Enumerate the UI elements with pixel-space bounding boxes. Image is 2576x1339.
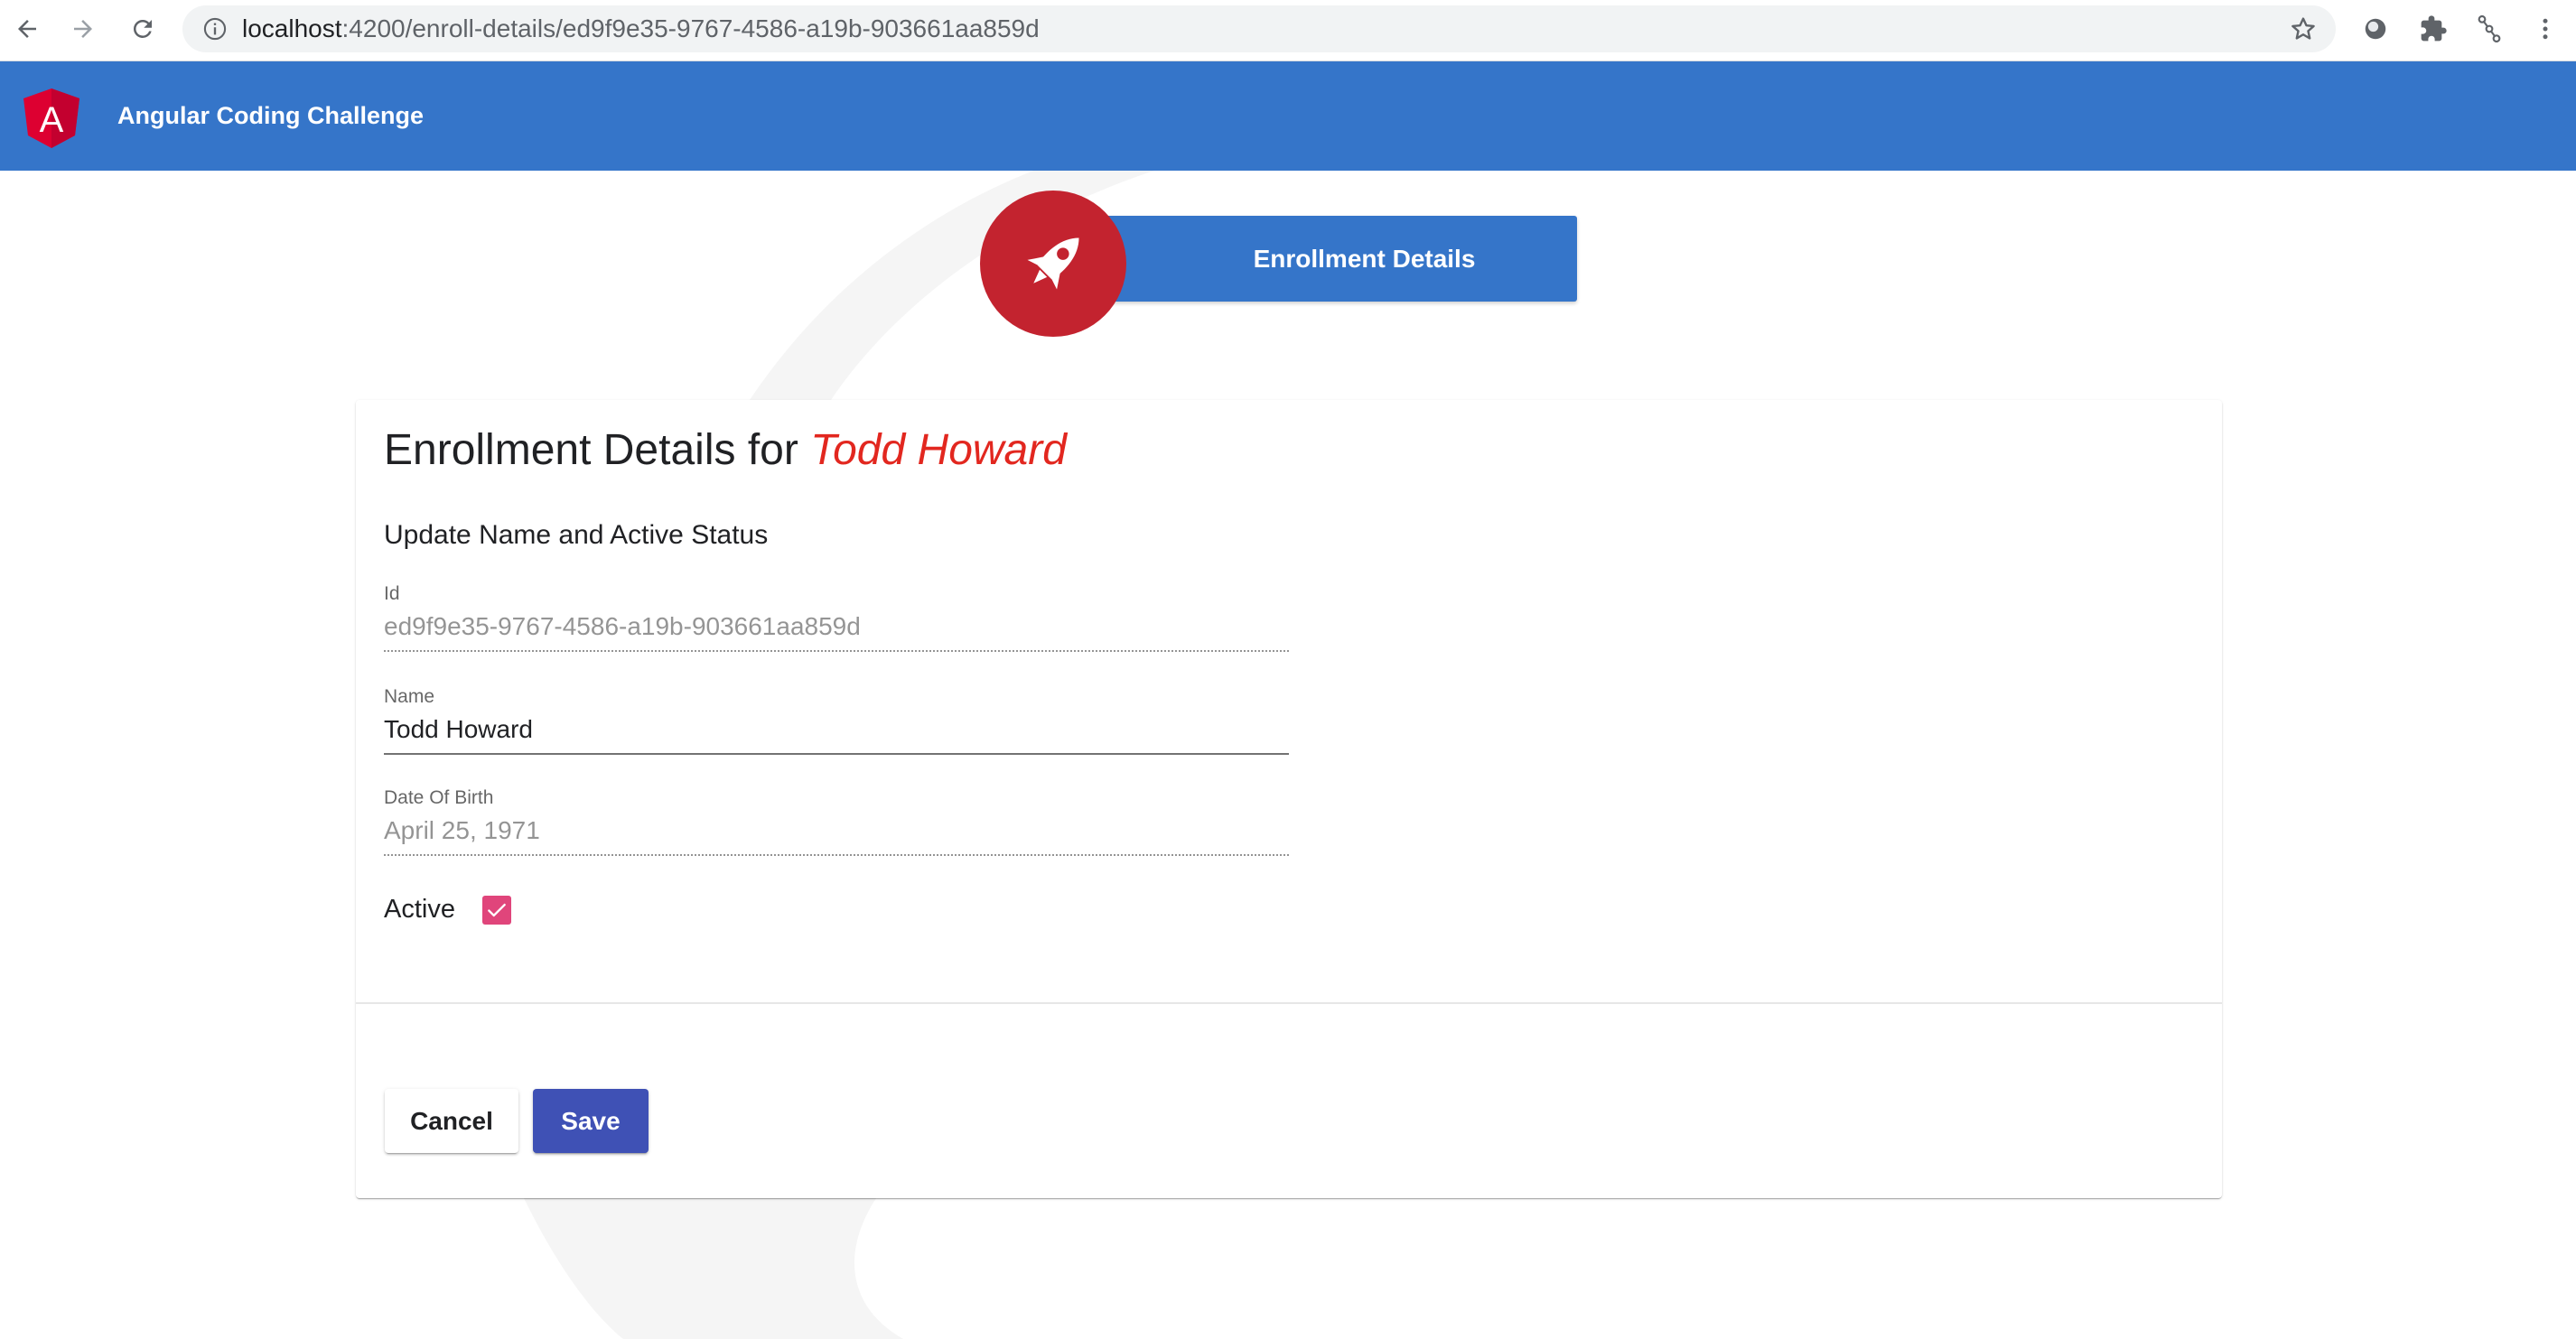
name-input[interactable] (384, 711, 1289, 748)
checkmark-icon (488, 903, 506, 916)
extensions-button[interactable] (2417, 13, 2450, 45)
cancel-button[interactable]: Cancel (385, 1089, 518, 1153)
dob-field-label: Date Of Birth (384, 787, 494, 808)
id-field-label: Id (384, 583, 400, 604)
back-button[interactable] (7, 9, 47, 49)
info-icon[interactable] (202, 16, 228, 42)
app-toolbar: A Angular Coding Challenge (0, 61, 2576, 171)
id-input (384, 609, 1289, 645)
rocket-icon (1027, 237, 1079, 290)
name-field[interactable]: Name (384, 686, 1289, 755)
angular-logo-letter: A (40, 100, 64, 140)
reload-icon (133, 19, 152, 38)
card-title-prefix: Enrollment Details for (384, 426, 798, 474)
url-path: :4200/enroll-details/ed9f9e35-9767-4586-… (341, 14, 1040, 42)
card-title: Enrollment Details for Todd Howard (384, 425, 1067, 475)
banner-label: Enrollment Details (1253, 244, 1476, 273)
forward-arrow-icon (74, 20, 92, 38)
active-checkbox[interactable] (481, 895, 511, 925)
extension-circle-button[interactable] (2359, 13, 2392, 45)
angular-logo-icon[interactable]: A (23, 88, 79, 148)
dob-input (384, 813, 1289, 849)
card-divider (356, 1002, 2222, 1004)
address-bar[interactable]: localhost:4200/enroll-details/ed9f9e35-9… (182, 5, 2336, 52)
puzzle-icon (2421, 15, 2447, 42)
card-subtitle: Update Name and Active Status (384, 520, 769, 550)
star-icon[interactable] (2289, 14, 2318, 43)
active-label: Active (384, 895, 455, 924)
extension-link-button[interactable] (2473, 13, 2506, 45)
active-row: Active (384, 895, 511, 925)
dob-field-underline (384, 854, 1289, 856)
id-field: Id (384, 583, 1289, 652)
url-host: localhost (242, 14, 342, 42)
save-button[interactable]: Save (533, 1089, 649, 1153)
more-vert-icon (2543, 18, 2548, 40)
back-arrow-icon (18, 20, 36, 38)
dob-field: Date Of Birth (384, 787, 1289, 856)
id-field-underline (384, 650, 1289, 652)
extension-link-icon (2478, 14, 2501, 43)
url-text[interactable]: localhost:4200/enroll-details/ed9f9e35-9… (242, 5, 1040, 52)
enrollment-card: Enrollment Details for Todd Howard Updat… (356, 400, 2222, 1198)
rocket-badge (980, 191, 1126, 337)
reload-button[interactable] (123, 9, 163, 49)
browser-toolbar: localhost:4200/enroll-details/ed9f9e35-9… (0, 0, 2576, 61)
browser-menu-button[interactable] (2529, 13, 2562, 45)
app-title: Angular Coding Challenge (117, 102, 425, 129)
name-field-underline (384, 753, 1289, 755)
name-field-label: Name (384, 686, 435, 707)
enrollment-details-banner: Enrollment Details (1079, 216, 1577, 302)
card-title-student-name: Todd Howard (810, 426, 1067, 474)
extension-circle-icon (2365, 18, 2386, 40)
forward-button[interactable] (63, 9, 103, 49)
